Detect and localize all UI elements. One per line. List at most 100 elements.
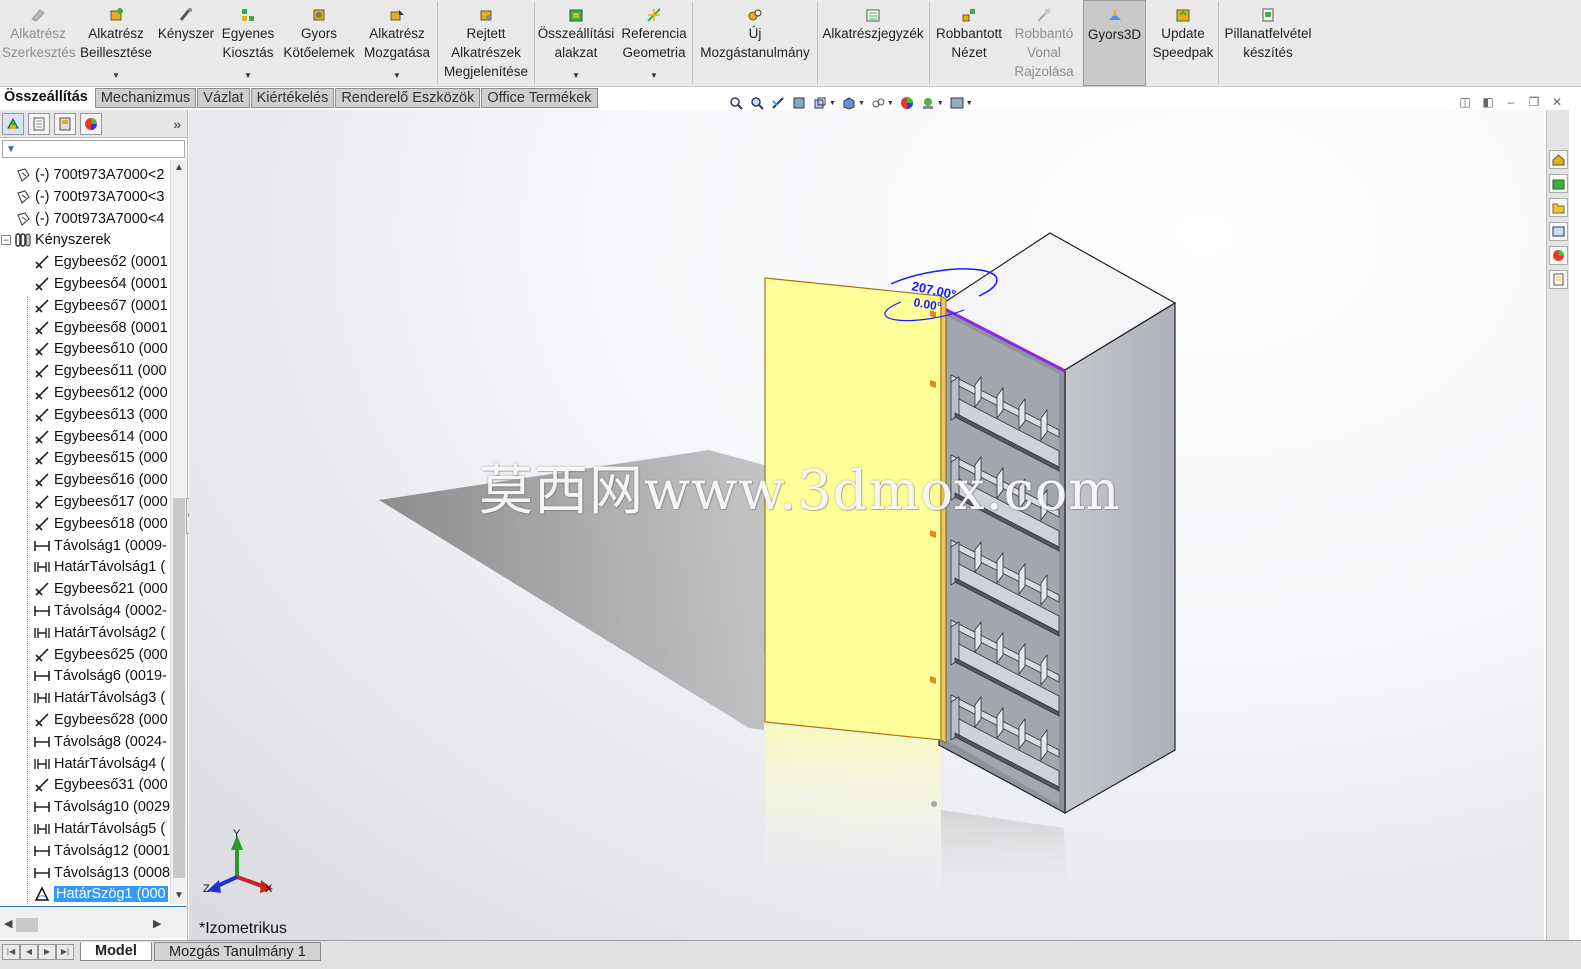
new-motion-study-button[interactable]: Új Mozgástanulmány: [695, 0, 815, 86]
smart-fasteners-button[interactable]: Gyors Kötőelemek: [281, 0, 357, 86]
scroll-thumb[interactable]: [16, 918, 38, 932]
tree-filter-field[interactable]: ▼: [2, 140, 185, 158]
tree-item[interactable]: Távolság10 (0029: [0, 796, 170, 818]
appearances-icon[interactable]: [1549, 246, 1568, 265]
tree-item[interactable]: Egybeeső11 (000: [0, 360, 170, 382]
tree-horizontal-scrollbar[interactable]: ◀ ▶: [0, 906, 186, 938]
tree-item[interactable]: HatárTávolság4 (: [0, 753, 170, 775]
chevron-down-icon[interactable]: ▼: [572, 71, 580, 80]
reference-geometry-button[interactable]: Referencia Geometria ▼: [618, 0, 690, 86]
tree-item[interactable]: Egybeeső25 (000: [0, 644, 170, 666]
instant3d-button[interactable]: Gyors3D: [1083, 0, 1146, 86]
assembly-features-button[interactable]: Összeállítási alakzat ▼: [537, 0, 615, 86]
tree-item[interactable]: Távolság6 (0019-: [0, 665, 170, 687]
scroll-right-icon[interactable]: ▶: [153, 917, 161, 930]
bill-of-materials-button[interactable]: Alkatrészjegyzék: [820, 0, 926, 86]
tab-assembly[interactable]: Összeállítás: [0, 88, 94, 108]
section-view-icon[interactable]: [791, 95, 807, 111]
scroll-down-icon[interactable]: ▼: [171, 888, 187, 904]
tree-item[interactable]: Távolság13 (0008: [0, 862, 170, 884]
tab-office-products[interactable]: Office Termékek: [481, 88, 598, 108]
tab-mechanism[interactable]: Mechanizmus: [94, 88, 197, 108]
insert-component-button[interactable]: Alkatrész Beillesztése ▼: [79, 0, 153, 86]
tree-item[interactable]: Távolság4 (0002-: [0, 600, 170, 622]
tree-item[interactable]: HatárTávolság2 (: [0, 622, 170, 644]
tree-item[interactable]: Egybeeső2 (0001: [0, 251, 170, 273]
first-tab-icon[interactable]: |◀: [2, 944, 20, 960]
take-snapshot-button[interactable]: Pillanatfelvétel készítés: [1221, 0, 1315, 86]
tree-item[interactable]: (-) 700t973A7000<4: [0, 208, 170, 230]
edit-part-button[interactable]: Alkatrész Szerkesztés: [2, 0, 76, 86]
file-explorer-icon[interactable]: [1549, 198, 1568, 217]
apply-scene-icon[interactable]: [920, 95, 936, 111]
mate-button[interactable]: Kényszer: [157, 0, 215, 86]
next-tab-icon[interactable]: ▶: [38, 944, 56, 960]
tree-item[interactable]: Egybeeső21 (000: [0, 578, 170, 600]
chevron-down-icon[interactable]: ▼: [244, 71, 252, 80]
chevron-down-icon[interactable]: ▼: [393, 71, 401, 80]
graphics-area[interactable]: 207.00° 0.00° Y X Z 莫西网www.3dmox.com *Iz…: [189, 110, 1544, 940]
configuration-manager-tab-icon[interactable]: [54, 112, 76, 135]
tree-item[interactable]: Egybeeső7 (0001: [0, 295, 170, 317]
tree-item[interactable]: Egybeeső14 (000: [0, 426, 170, 448]
chevron-down-icon[interactable]: ▼: [858, 100, 865, 107]
tree-item[interactable]: Távolság8 (0024-: [0, 731, 170, 753]
tree-item[interactable]: Egybeeső16 (000: [0, 469, 170, 491]
last-tab-icon[interactable]: ▶|: [56, 944, 74, 960]
view-orientation-icon[interactable]: [812, 95, 828, 111]
split-view-icon[interactable]: ◫: [1458, 95, 1472, 109]
tree-item[interactable]: HatárSzög1 (000: [0, 883, 170, 904]
tree-item[interactable]: − Kényszerek: [0, 229, 170, 251]
tree-item[interactable]: Távolság12 (0001: [0, 840, 170, 862]
edit-appearance-icon[interactable]: [899, 95, 915, 111]
tab-evaluate[interactable]: Kiértékelés: [250, 88, 335, 108]
tab-sketch[interactable]: Vázlat: [197, 88, 250, 108]
tree-item[interactable]: Távolság1 (0009-: [0, 535, 170, 557]
tree-item[interactable]: Egybeeső28 (000: [0, 709, 170, 731]
tree-item[interactable]: (-) 700t973A7000<2: [0, 164, 170, 186]
explode-line-sketch-button[interactable]: Robbantó Vonal Rajzolása: [1008, 0, 1080, 86]
tab-render-tools[interactable]: Renderelő Eszközök: [335, 88, 481, 108]
display-manager-tab-icon[interactable]: [80, 112, 102, 135]
tab-motion-study-1[interactable]: Mozgás Tanulmány 1: [154, 942, 321, 961]
property-manager-tab-icon[interactable]: [28, 112, 50, 135]
tree-item[interactable]: Egybeeső12 (000: [0, 382, 170, 404]
prev-tab-icon[interactable]: ◀: [20, 944, 38, 960]
restore-icon[interactable]: ❐: [1527, 95, 1541, 109]
move-component-button[interactable]: Alkatrész Mozgatása ▼: [360, 0, 434, 86]
tree-item[interactable]: Egybeeső18 (000: [0, 513, 170, 535]
previous-view-icon[interactable]: [770, 95, 786, 111]
design-library-icon[interactable]: [1549, 174, 1568, 193]
feature-tree-tab-icon[interactable]: [2, 112, 24, 135]
scroll-thumb[interactable]: [173, 498, 185, 878]
tab-model[interactable]: Model: [80, 942, 152, 961]
cabinet-model[interactable]: 207.00° 0.00° Y X Z: [189, 110, 1544, 940]
tree-item[interactable]: Egybeeső17 (000: [0, 491, 170, 513]
tree-item[interactable]: Egybeeső10 (000: [0, 338, 170, 360]
scroll-left-icon[interactable]: ◀: [4, 917, 12, 930]
tree-item[interactable]: Egybeeső13 (000: [0, 404, 170, 426]
chevron-down-icon[interactable]: ▼: [112, 71, 120, 80]
linear-pattern-button[interactable]: Egyenes Kiosztás ▼: [218, 0, 278, 86]
tree-item[interactable]: HatárTávolság1 (: [0, 556, 170, 578]
tree-item[interactable]: (-) 700t973A7000<3: [0, 186, 170, 208]
view-palette-icon[interactable]: [1549, 222, 1568, 241]
tree-item[interactable]: HatárTávolság3 (: [0, 687, 170, 709]
chevron-down-icon[interactable]: ▼: [887, 100, 894, 107]
zoom-to-fit-icon[interactable]: [728, 95, 744, 111]
tree-item[interactable]: Egybeeső8 (0001: [0, 317, 170, 339]
minimize-icon[interactable]: –: [1504, 95, 1518, 109]
chevron-down-icon[interactable]: ▼: [966, 100, 973, 107]
display-style-icon[interactable]: [841, 95, 857, 111]
chevron-down-icon[interactable]: ▼: [829, 100, 836, 107]
view-settings-icon[interactable]: [949, 95, 965, 111]
tree-vertical-scrollbar[interactable]: ▲ ▼: [170, 160, 186, 904]
home-icon[interactable]: [1549, 150, 1568, 169]
hide-show-items-icon[interactable]: [870, 95, 886, 111]
exploded-view-button[interactable]: Robbantott Nézet: [932, 0, 1006, 86]
update-speedpak-button[interactable]: Update Speedpak: [1150, 0, 1216, 86]
tree-item[interactable]: Egybeeső4 (0001: [0, 273, 170, 295]
zoom-to-area-icon[interactable]: [749, 95, 765, 111]
expand-panel-icon[interactable]: »: [173, 116, 181, 132]
chevron-down-icon[interactable]: ▼: [650, 71, 658, 80]
